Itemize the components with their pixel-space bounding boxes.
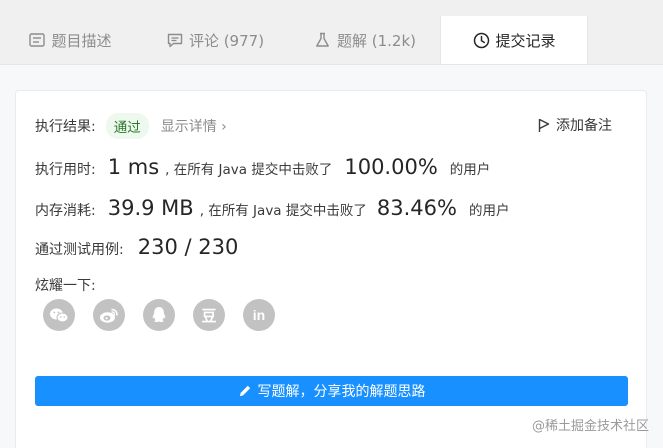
memory-value: 39.9 MB — [107, 196, 194, 220]
flag-icon — [538, 118, 550, 133]
comment-icon — [166, 31, 184, 49]
runtime-value: 1 ms — [107, 155, 160, 179]
memory-text: , 在所有 Java 提交中击败了 — [199, 203, 367, 219]
memory-percent: 83.46% — [376, 196, 457, 220]
runtime-percent: 100.00% — [344, 155, 438, 179]
runtime-text: , 在所有 Java 提交中击败了 — [165, 162, 333, 178]
result-row: 执行结果: 通过 显示详情 › — [35, 113, 227, 139]
tab-solutions[interactable]: 题解 (1.2k) — [290, 16, 440, 64]
tab-bar: 题目描述 评论 (977) 题解 (1.2k) 提交记录 — [0, 0, 663, 65]
write-solution-button[interactable]: 写题解，分享我的解题思路 — [35, 376, 628, 406]
tests-row: 通过测试用例: 230 / 230 — [35, 235, 238, 259]
tab-submissions-label: 提交记录 — [495, 31, 556, 50]
tab-solutions-label: 题解 (1.2k) — [336, 31, 416, 50]
clock-icon — [472, 31, 490, 49]
write-solution-label: 写题解，分享我的解题思路 — [257, 384, 426, 400]
tab-comments-label: 评论 (977) — [188, 31, 265, 50]
flask-icon — [314, 31, 332, 49]
douban-icon[interactable]: 豆 — [193, 299, 225, 331]
share-icons: 豆 in — [43, 299, 293, 331]
memory-suffix: 的用户 — [468, 203, 510, 219]
runtime-suffix: 的用户 — [449, 162, 491, 178]
douban-glyph: 豆 — [201, 306, 217, 325]
runtime-label: 执行用时: — [35, 162, 96, 178]
tab-comments[interactable]: 评论 (977) — [140, 16, 290, 64]
qq-icon[interactable] — [143, 299, 175, 331]
share-row: 炫耀一下: — [35, 275, 96, 295]
memory-row: 内存消耗: 39.9 MB , 在所有 Java 提交中击败了 83.46% 的… — [35, 196, 509, 220]
tests-value: 230 / 230 — [137, 235, 239, 259]
tab-submissions[interactable]: 提交记录 — [440, 16, 588, 64]
submission-result-card: 执行结果: 通过 显示详情 › 添加备注 执行用时: 1 ms , 在所有 Ja… — [15, 90, 647, 448]
show-details-link[interactable]: 显示详情 › — [161, 116, 227, 136]
linkedin-icon[interactable]: in — [243, 299, 275, 331]
tab-description-label: 题目描述 — [51, 31, 112, 50]
add-note-button[interactable]: 添加备注 — [538, 115, 612, 135]
weibo-icon[interactable] — [93, 299, 125, 331]
memory-label: 内存消耗: — [35, 203, 96, 219]
watermark: @稀土掘金技术社区 — [531, 419, 649, 434]
share-label: 炫耀一下: — [35, 278, 96, 294]
pencil-icon — [238, 384, 252, 398]
document-icon — [28, 31, 46, 49]
status-badge: 通过 — [105, 113, 149, 139]
result-label: 执行结果: — [35, 119, 96, 135]
runtime-row: 执行用时: 1 ms , 在所有 Java 提交中击败了 100.00% 的用户 — [35, 155, 490, 179]
tests-label: 通过测试用例: — [35, 242, 124, 258]
linkedin-glyph: in — [252, 307, 266, 323]
wechat-icon[interactable] — [43, 299, 75, 331]
tab-description[interactable]: 题目描述 — [0, 16, 140, 64]
add-note-label: 添加备注 — [556, 118, 612, 134]
